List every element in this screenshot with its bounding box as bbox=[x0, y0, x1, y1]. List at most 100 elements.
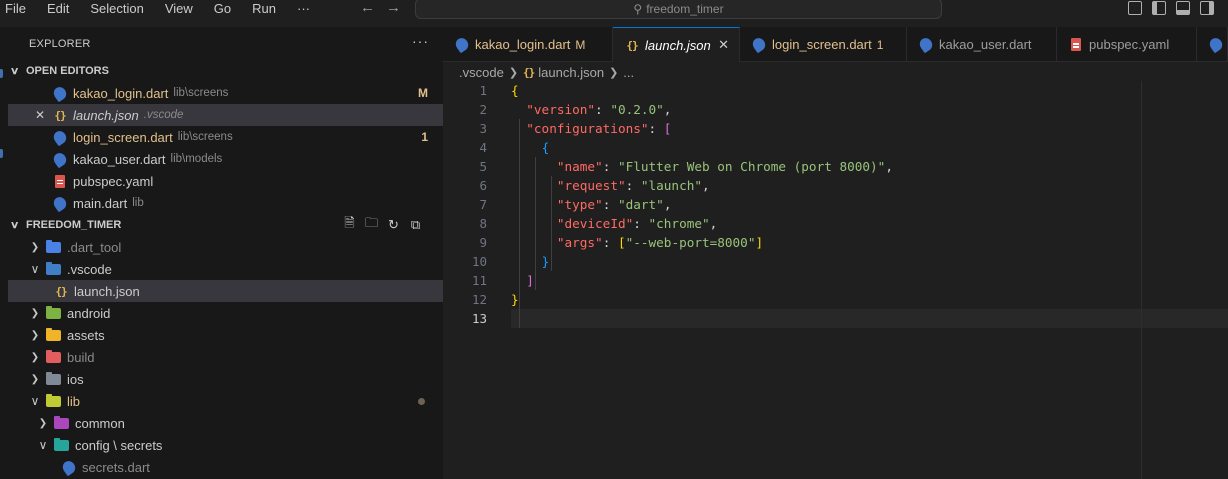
breadcrumb-symbol[interactable]: ... bbox=[623, 65, 634, 80]
menu-item[interactable]: View bbox=[165, 1, 193, 17]
yaml-icon bbox=[53, 174, 67, 188]
folder-item[interactable]: ❯ .dart_tool bbox=[8, 236, 443, 258]
dart-logo bbox=[1207, 35, 1225, 54]
code-text: "args": ["--web-port=8000"] bbox=[511, 233, 763, 252]
close-tab-icon[interactable]: ✕ bbox=[718, 37, 729, 53]
line-number: 7 bbox=[479, 197, 487, 212]
chevron-right-icon: ❯ bbox=[30, 307, 40, 319]
folder-item[interactable]: ∨ lib bbox=[8, 390, 443, 412]
chevron-right-icon: ❯ bbox=[30, 373, 40, 385]
folder-item[interactable]: ❯ common bbox=[8, 412, 443, 434]
editor-tab[interactable]: login_screen.dart 1 bbox=[740, 27, 907, 62]
toggle-secondary-sidebar-icon[interactable] bbox=[1200, 1, 1214, 15]
folder-item[interactable]: ❯ ios bbox=[8, 368, 443, 390]
breadcrumb-file[interactable]: launch.json bbox=[538, 65, 604, 80]
line-number: 6 bbox=[479, 178, 487, 193]
dart-logo bbox=[51, 128, 69, 146]
folder-icon bbox=[46, 349, 61, 363]
menu-item[interactable]: ··· bbox=[297, 1, 310, 17]
file-name: kakao_user.dart bbox=[73, 151, 166, 167]
code-line: 1{ bbox=[443, 81, 1228, 100]
yaml-file-shape bbox=[55, 174, 65, 188]
code-token: "dart" bbox=[617, 197, 664, 212]
file-path: lib\models bbox=[170, 153, 223, 165]
file-item[interactable]: secrets.dart bbox=[8, 456, 443, 478]
code-token: , bbox=[885, 159, 893, 174]
tab-status-badge: M bbox=[575, 37, 586, 52]
tree-item-label: .dart_tool bbox=[67, 239, 122, 255]
line-number: 10 bbox=[471, 254, 487, 269]
folder-item[interactable]: ∨ config \ secrets bbox=[8, 434, 443, 456]
tab-label: kakao_login.dart bbox=[475, 37, 571, 52]
menu-item[interactable]: Selection bbox=[90, 1, 143, 17]
breadcrumb: .vscode ❯ {} launch.json ❯ ... bbox=[459, 63, 634, 81]
file-name: login_screen.dart bbox=[73, 129, 173, 145]
menu-item[interactable]: Run bbox=[252, 1, 276, 17]
editor-tab[interactable]: kakao_login.dart M bbox=[443, 27, 613, 62]
folder-item[interactable]: ❯ android bbox=[8, 302, 443, 324]
chevron-right-icon: ❯ bbox=[30, 351, 40, 363]
back-arrow-icon[interactable]: ← bbox=[360, 0, 375, 16]
tree-item-label: .vscode bbox=[67, 261, 112, 277]
code-token: "deviceId" bbox=[556, 216, 634, 231]
editor-tab[interactable]: {} launch.json ✕ bbox=[613, 27, 740, 62]
chevron-down-icon: ∨ bbox=[9, 65, 20, 77]
layout-customize-icon[interactable] bbox=[1128, 1, 1142, 15]
code-token: { bbox=[511, 83, 519, 98]
overview-ruler bbox=[1141, 81, 1142, 479]
code-editor[interactable]: 1{2 "version": "0.2.0", 3 "configurations… bbox=[443, 81, 1228, 479]
code-token: , bbox=[663, 102, 672, 117]
title-bar: File Edit Selection View Go Run ··· ← → ⚲ free… bbox=[0, 0, 1228, 19]
yaml-icon bbox=[1069, 38, 1083, 52]
code-token: ] bbox=[755, 235, 764, 250]
tab-label: launch.json bbox=[645, 37, 711, 53]
close-icon[interactable]: ✕ bbox=[35, 108, 45, 122]
menu-item[interactable]: File bbox=[5, 1, 26, 17]
chevron-down-icon: ∨ bbox=[30, 262, 40, 276]
code-line: 8 "deviceId": "chrome", bbox=[443, 214, 1228, 233]
command-center-search[interactable]: ⚲ freedom_timer bbox=[415, 0, 942, 19]
open-editors-header[interactable]: ∨ OPEN EDITORS bbox=[9, 60, 109, 82]
editor-tab[interactable]: kakao_user.dart bbox=[907, 27, 1057, 62]
open-editor-item[interactable]: pubspec.yaml bbox=[8, 170, 443, 192]
toggle-panel-icon[interactable] bbox=[1176, 1, 1190, 15]
code-token: , bbox=[701, 178, 710, 193]
menu-item[interactable]: Go bbox=[214, 1, 231, 17]
search-text: freedom_timer bbox=[646, 1, 724, 16]
new-folder-icon[interactable]: 🗀 bbox=[364, 215, 379, 232]
code-token: : bbox=[648, 121, 664, 136]
indent-guide bbox=[535, 157, 536, 290]
code-line: 13 bbox=[472, 309, 1228, 328]
new-file-icon[interactable]: 🗎 bbox=[342, 215, 357, 232]
editor-tab[interactable]: pubspec.yaml bbox=[1057, 27, 1197, 62]
editor-tab[interactable] bbox=[1197, 27, 1228, 62]
json-icon: {} bbox=[53, 108, 67, 122]
refresh-icon[interactable]: ↻ bbox=[386, 217, 401, 232]
open-editor-item[interactable]: ✕ {} launch.json .vscode bbox=[8, 104, 443, 126]
code-line: 6 "request": "launch", bbox=[443, 176, 1228, 195]
forward-arrow-icon[interactable]: → bbox=[386, 0, 401, 16]
folder-icon bbox=[46, 393, 61, 407]
folder-item[interactable]: ❯ assets bbox=[8, 324, 443, 346]
folder-header[interactable]: ∨ FREEDOM_TIMER bbox=[10, 214, 121, 236]
open-editor-item[interactable]: kakao_user.dart lib\models bbox=[8, 148, 443, 170]
dart-icon bbox=[51, 150, 69, 168]
toggle-primary-sidebar-icon[interactable] bbox=[1152, 1, 1166, 15]
breadcrumb-folder[interactable]: .vscode bbox=[459, 65, 504, 80]
more-actions-icon[interactable]: ··· bbox=[412, 33, 429, 49]
open-editor-item[interactable]: login_screen.dart lib\screens 1 bbox=[8, 126, 443, 148]
open-editor-item[interactable]: main.dart lib bbox=[8, 192, 443, 214]
code-token: "args" bbox=[556, 235, 603, 250]
line-number: 4 bbox=[479, 140, 487, 155]
open-editor-item[interactable]: kakao_login.dart lib\screens M bbox=[8, 82, 443, 104]
collapse-all-icon[interactable]: ⧉ bbox=[408, 217, 423, 232]
menu-item[interactable]: Edit bbox=[47, 1, 69, 17]
folder-item[interactable]: ∨ .vscode bbox=[8, 258, 443, 280]
code-line: 5 "name": "Flutter Web on Chrome (port 8… bbox=[443, 157, 1228, 176]
activity-indicator bbox=[0, 69, 3, 78]
file-item[interactable]: {} launch.json bbox=[8, 280, 443, 302]
folder-item[interactable]: ❯ build bbox=[8, 346, 443, 368]
